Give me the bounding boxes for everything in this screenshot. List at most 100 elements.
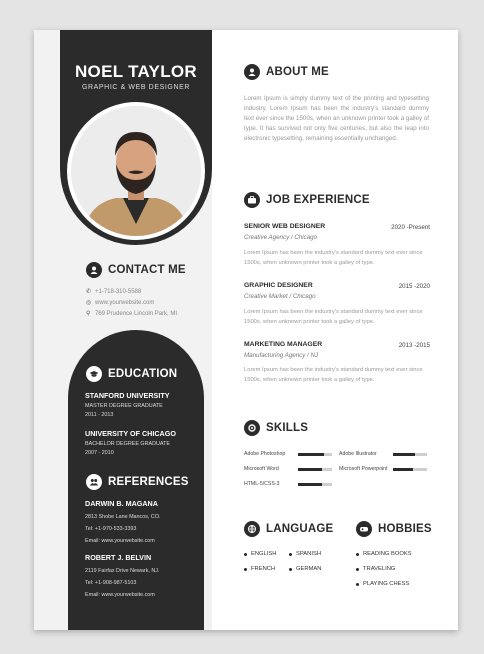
skill-bar bbox=[393, 467, 427, 471]
user-icon bbox=[244, 64, 260, 80]
skill-bar bbox=[298, 467, 332, 471]
skill-label: Microsoft Powerpoint bbox=[339, 466, 388, 472]
skill-bar-fill bbox=[393, 452, 416, 456]
bullet-icon bbox=[244, 567, 247, 571]
education-title: EDUCATION bbox=[108, 368, 178, 380]
resume-page: NOEL TAYLOR GRAPHIC & WEB DESIGNER CONTA… bbox=[34, 30, 458, 630]
reference-name: ROBERT J. BELVIN bbox=[85, 553, 152, 562]
job-company: Creative Market / Chicago bbox=[244, 293, 316, 300]
language-label: SPANISH bbox=[296, 551, 322, 557]
hobbies-title: HOBBIES bbox=[378, 523, 432, 535]
address-text: 769 Prudence Lincoln Park, MI bbox=[95, 310, 178, 317]
about-text: Lorem Ipsum is simply dummy text of the … bbox=[244, 95, 429, 142]
references-heading: REFERENCES bbox=[86, 474, 189, 490]
language-item: GERMAN bbox=[289, 566, 321, 572]
job-description: Lorem Ipsum has been the industry's stan… bbox=[244, 250, 423, 266]
reference-tel: Tel: +1-908-987-5103 bbox=[85, 580, 137, 586]
skills-title: SKILLS bbox=[266, 422, 309, 434]
about-heading: ABOUT ME bbox=[244, 64, 329, 80]
skill-label: Microsoft Word bbox=[244, 466, 279, 472]
bullet-icon bbox=[244, 552, 247, 556]
job-title: MARKETING MANAGER bbox=[244, 341, 323, 348]
language-heading: LANGUAGE bbox=[244, 521, 333, 537]
person-name: NOEL TAYLOR bbox=[74, 62, 197, 81]
reference-address: 2119 Fairfax Drive Newark, NJ. bbox=[85, 568, 160, 574]
job-description: Lorem Ipsum has been the industry's stan… bbox=[244, 309, 423, 325]
person-role: GRAPHIC & WEB DESIGNER bbox=[81, 84, 191, 91]
contact-list: ✆ +1-718-310-5588 ◎ www.yourwebsite.com … bbox=[86, 286, 210, 319]
job-title: SENIOR WEB DESIGNER bbox=[244, 223, 326, 230]
skill-label: HTML-5/CSS-3 bbox=[244, 481, 280, 487]
job-title: GRAPHIC DESIGNER bbox=[244, 282, 313, 289]
reference-name: DARWIN B. MAGANA bbox=[85, 499, 158, 508]
portrait-image bbox=[71, 106, 201, 236]
job-description: Lorem Ipsum has been the industry's stan… bbox=[244, 367, 423, 383]
hobbies-heading: HOBBIES bbox=[356, 521, 432, 537]
contact-website[interactable]: ◎ www.yourwebsite.com bbox=[86, 297, 210, 308]
briefcase-icon bbox=[244, 192, 260, 208]
phone-icon: ✆ bbox=[86, 289, 92, 295]
phone-text: +1-718-310-5588 bbox=[95, 288, 142, 295]
hobby-item: TRAVELING bbox=[356, 566, 395, 572]
language-item: FRENCH bbox=[244, 566, 275, 572]
contact-phone: ✆ +1-718-310-5588 bbox=[86, 286, 210, 297]
skill-row: Adobe Illustrator bbox=[339, 451, 427, 457]
profile-photo bbox=[67, 102, 205, 240]
skill-row: Microsoft Powerpoint bbox=[339, 466, 427, 472]
experience-heading: JOB EXPERIENCE bbox=[244, 192, 370, 208]
bullet-icon bbox=[289, 552, 292, 556]
education-heading: EDUCATION bbox=[86, 366, 177, 382]
language-item: SPANISH bbox=[289, 551, 321, 557]
skill-row: HTML-5/CSS-3 bbox=[244, 481, 332, 487]
skill-row: Adobe Photoshop bbox=[244, 451, 332, 457]
references-title: REFERENCES bbox=[108, 476, 189, 488]
education-years: 2007 - 2010 bbox=[85, 450, 114, 456]
hobby-label: PLAYING CHESS bbox=[363, 581, 410, 587]
gamepad-icon bbox=[356, 521, 372, 537]
hobby-item: PLAYING CHESS bbox=[356, 581, 409, 587]
user-icon bbox=[86, 262, 102, 278]
hobby-item: READING BOOKS bbox=[356, 551, 412, 557]
bullet-icon bbox=[356, 567, 359, 571]
reference-address: 2813 Shobe Lane Mancos, CO. bbox=[85, 514, 161, 520]
skill-bar-fill bbox=[298, 482, 322, 486]
education-years: 2011 - 2013 bbox=[85, 412, 114, 418]
skill-bar bbox=[298, 482, 332, 486]
bullet-icon bbox=[356, 552, 359, 556]
job-dates: 2020 -Present bbox=[391, 224, 430, 231]
reference-email: Email: www.yourwebsite.com bbox=[85, 538, 155, 544]
job-company: Creative Agency / Chicago bbox=[244, 234, 318, 241]
language-item: ENGLISH bbox=[244, 551, 276, 557]
job-dates: 2013 -2015 bbox=[398, 342, 430, 349]
graduation-cap-icon bbox=[86, 366, 102, 382]
skills-heading: SKILLS bbox=[244, 420, 308, 436]
reference-email: Email: www.yourwebsite.com bbox=[85, 592, 155, 598]
education-school: UNIVERSITY OF CHICAGO bbox=[85, 429, 176, 438]
language-label: ENGLISH bbox=[251, 551, 277, 557]
job-company: Manufacturing Agency / NJ bbox=[244, 352, 319, 359]
globe-icon: ◎ bbox=[86, 300, 92, 306]
gear-icon bbox=[244, 420, 260, 436]
language-label: FRENCH bbox=[251, 566, 276, 572]
hobby-label: READING BOOKS bbox=[363, 551, 412, 557]
skill-label: Adobe Illustrator bbox=[339, 451, 377, 457]
language-label: GERMAN bbox=[296, 566, 322, 572]
skill-bar-fill bbox=[298, 467, 322, 471]
contact-heading: CONTACT ME bbox=[86, 261, 186, 279]
website-text: www.yourwebsite.com bbox=[95, 299, 155, 306]
education-degree: BACHELOR DEGREE GRADUATE bbox=[85, 441, 170, 447]
skill-label: Adobe Photoshop bbox=[244, 451, 286, 457]
job-dates: 2015 -2020 bbox=[398, 283, 430, 290]
about-title: ABOUT ME bbox=[266, 66, 329, 78]
contact-address: ⚲ 769 Prudence Lincoln Park, MI bbox=[86, 308, 210, 319]
hobby-label: TRAVELING bbox=[363, 566, 396, 572]
contact-title: CONTACT ME bbox=[108, 264, 186, 276]
bullet-icon bbox=[289, 567, 292, 571]
reference-tel: Tel: +1-970-533-3393 bbox=[85, 526, 137, 532]
experience-title: JOB EXPERIENCE bbox=[266, 194, 370, 206]
language-title: LANGUAGE bbox=[266, 523, 334, 535]
education-degree: MASTER DEGREE GRADUATE bbox=[85, 403, 163, 409]
skill-bar bbox=[393, 452, 427, 456]
location-icon: ⚲ bbox=[86, 311, 91, 317]
people-icon bbox=[86, 474, 102, 490]
